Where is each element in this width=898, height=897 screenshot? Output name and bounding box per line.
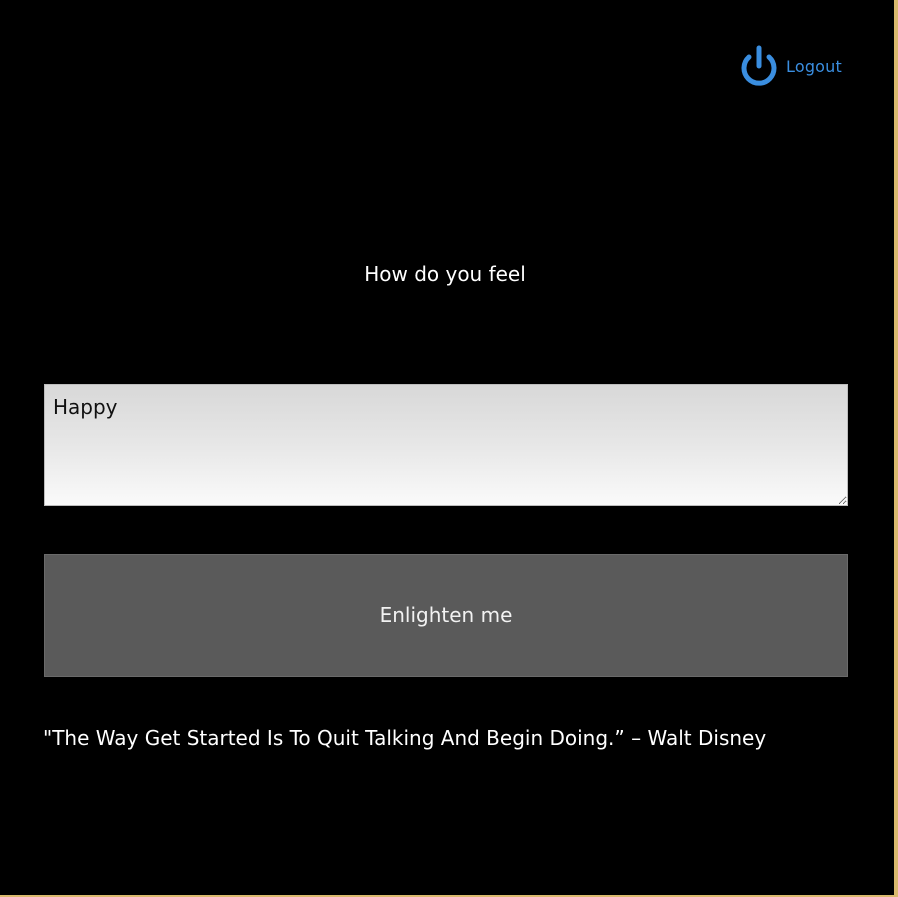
mood-input[interactable]: Happy (44, 384, 848, 506)
logout-label: Logout (786, 56, 842, 76)
feeling-prompt: How do you feel (364, 262, 526, 286)
logout-button[interactable]: Logout (738, 44, 842, 88)
power-icon (741, 45, 777, 86)
quote-text: "The Way Get Started Is To Quit Talking … (43, 726, 767, 750)
enlighten-button[interactable]: Enlighten me (44, 554, 848, 677)
app-frame: Logout How do you feel Happy Enlighten m… (0, 0, 898, 897)
